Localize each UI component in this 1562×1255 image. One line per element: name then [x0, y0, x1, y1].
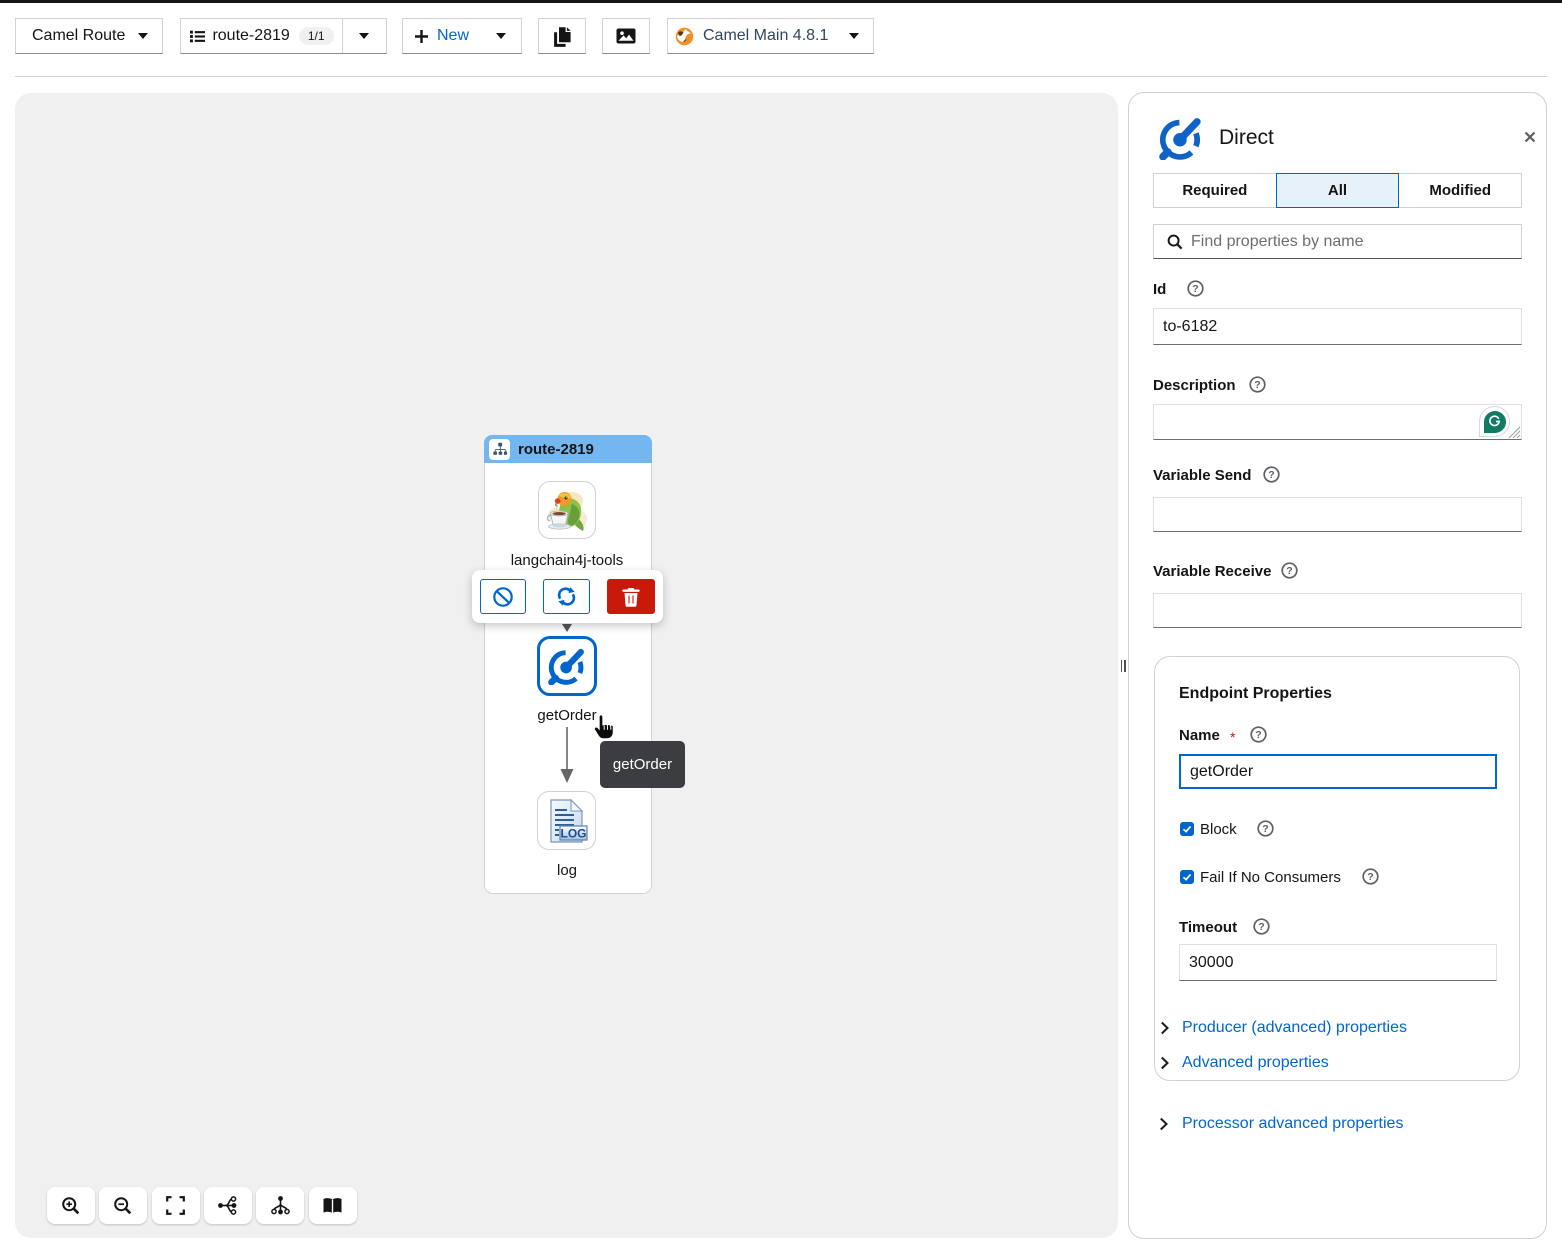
svg-text:?: ?	[1255, 729, 1261, 741]
svg-text:?: ?	[1286, 565, 1292, 577]
svg-text:?: ?	[1192, 283, 1198, 295]
svg-text:?: ?	[1268, 469, 1274, 481]
svg-text:LOG: LOG	[560, 826, 586, 840]
svg-text:?: ?	[1254, 379, 1260, 391]
svg-text:?: ?	[1258, 921, 1264, 933]
svg-text:?: ?	[1262, 823, 1268, 835]
svg-text:?: ?	[1367, 871, 1373, 883]
